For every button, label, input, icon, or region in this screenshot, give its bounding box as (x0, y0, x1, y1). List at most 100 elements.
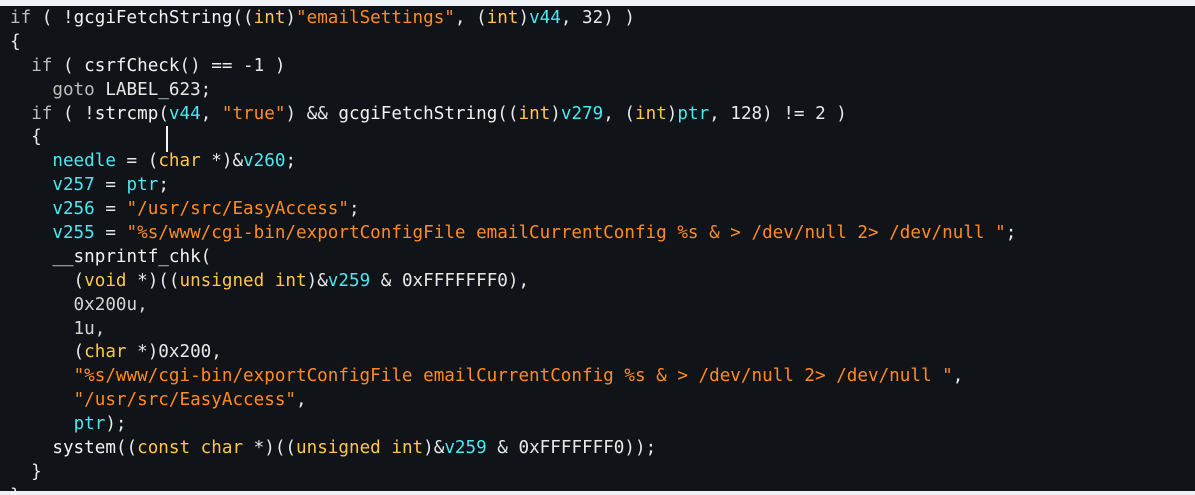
code-line[interactable]: __snprintf_chk( (10, 246, 1016, 270)
code-line[interactable]: v257 = ptr; (10, 174, 1016, 198)
code-token-plain: ) && (285, 103, 339, 124)
code-token-type: unsigned int (179, 270, 307, 291)
code-token-plain: ) (518, 8, 530, 28)
code-token-plain: ( (200, 246, 212, 267)
code-token-kw: if (31, 55, 53, 76)
code-line[interactable]: "%s/www/cgi-bin/exportConfigFile emailCu… (10, 365, 1016, 389)
code-line[interactable]: if ( !gcgiFetchString((int)"emailSetting… (10, 7, 1016, 31)
code-token-plain: )& (423, 438, 445, 459)
code-line[interactable]: } (10, 461, 1016, 485)
code-token-plain: ) (285, 8, 297, 28)
code-token-type: const char (137, 438, 244, 459)
code-token-plain: LABEL_623; (94, 79, 212, 100)
code-token-plain: ; (158, 175, 169, 196)
code-line[interactable]: if ( !strcmp(v44, "true") && gcgiFetchSt… (10, 103, 1016, 127)
code-token-plain: ( (10, 270, 85, 291)
code-token-plain: = (94, 223, 127, 244)
code-token-type: unsigned int (296, 438, 424, 459)
code-line[interactable]: if ( csrfCheck() == -1 ) (10, 55, 1016, 79)
code-line[interactable]: { (10, 126, 1016, 150)
code-token-plain: { (10, 31, 21, 52)
code-line[interactable]: v256 = "/usr/src/EasyAccess"; (10, 198, 1016, 222)
code-token-var: v256 (52, 199, 95, 220)
code-token-str: "/usr/src/EasyAccess" (73, 390, 297, 411)
code-line[interactable]: "/usr/src/EasyAccess", (10, 389, 1016, 413)
code-token-str: "emailSettings" (296, 8, 455, 28)
code-editor[interactable]: if ( !gcgiFetchString((int)"emailSetting… (0, 6, 1195, 491)
code-token-plain: *)(( (126, 270, 180, 291)
code-token-type: char (84, 342, 127, 363)
code-token-plain: , 128) != 2 ) (709, 103, 847, 124)
code-line[interactable]: needle = (char *)&v260; (10, 150, 1016, 174)
code-token-str: "/usr/src/EasyAccess" (126, 199, 349, 220)
code-token-plain: } (10, 461, 42, 482)
code-line[interactable]: 1u, (10, 318, 1016, 342)
code-token-plain: *)& (200, 151, 244, 172)
code-token-plain: & 0xFFFFFFF0)); (486, 438, 657, 459)
code-token-num: 1u, (10, 318, 106, 339)
code-line[interactable]: system((const char *)((unsigned int)&v25… (10, 437, 1016, 461)
code-token-plain: & 0xFFFFFFF0), (370, 270, 530, 291)
code-token-plain: ) (666, 103, 678, 124)
code-token-plain: ; (285, 151, 297, 172)
code-token-plain: ( (158, 103, 169, 124)
code-listing: if ( !gcgiFetchString((int)"emailSetting… (10, 7, 1016, 491)
code-line[interactable]: (void *)((unsigned int)&v259 & 0xFFFFFFF… (10, 270, 1016, 294)
code-token-plain: } (10, 486, 21, 491)
code-token-var: v259 (444, 438, 487, 459)
code-token-type: char (158, 151, 201, 172)
code-token-var: ptr (73, 414, 106, 435)
code-token-func: csrfCheck (84, 55, 180, 76)
code-token-plain: () == -1 ) (179, 55, 286, 76)
code-token-var: v279 (560, 103, 604, 124)
code-token-var: v257 (52, 175, 95, 196)
code-token-str: "%s/www/cgi-bin/exportConfigFile emailCu… (126, 223, 1006, 244)
code-token-var: ptr (126, 175, 159, 196)
code-token-plain: , 32) ) (560, 8, 635, 28)
code-token-plain: (( (232, 8, 254, 28)
code-token-plain: (( (497, 103, 519, 124)
code-line[interactable]: ptr); (10, 413, 1016, 437)
code-token-var: v44 (529, 8, 561, 28)
code-token-plain: )& (306, 270, 328, 291)
code-token-plain: , (200, 103, 222, 124)
code-line[interactable]: goto LABEL_623; (10, 79, 1016, 103)
code-token-str: "%s/www/cgi-bin/exportConfigFile emailCu… (73, 366, 953, 387)
code-token-type: int (486, 8, 519, 28)
code-token-plain: , (952, 366, 964, 387)
code-token-plain: ( (10, 342, 85, 363)
code-token-plain: ( ! (31, 8, 74, 28)
code-token-kw: if (10, 8, 32, 28)
code-token-var: v44 (168, 103, 201, 124)
code-token-kw: if (31, 103, 53, 124)
code-token-kw: goto (52, 79, 95, 100)
code-line[interactable]: (char *)0x200, (10, 341, 1016, 365)
code-token-func: gcgiFetchString (73, 8, 233, 28)
code-token-type: int (253, 8, 286, 28)
code-token-str: "true" (221, 103, 286, 124)
code-token-plain: , (296, 390, 307, 411)
code-token-plain: (( (115, 438, 138, 459)
code-token-plain: { (10, 127, 42, 148)
code-token-var: v259 (327, 270, 371, 291)
text-cursor (166, 126, 168, 152)
code-token-num: 0x200u, (10, 294, 148, 315)
code-token-plain: ( (52, 55, 85, 76)
code-line[interactable]: 0x200u, (10, 294, 1016, 318)
code-line[interactable]: v255 = "%s/www/cgi-bin/exportConfigFile … (10, 222, 1016, 246)
code-token-var: v255 (52, 223, 95, 244)
code-token-plain: ( ! (52, 103, 95, 124)
code-token-plain: = ( (115, 151, 159, 172)
code-token-plain: ); (105, 414, 127, 435)
code-line[interactable]: } (10, 485, 1016, 491)
code-token-func: __snprintf_chk (52, 246, 201, 267)
code-line[interactable]: { (10, 31, 1016, 55)
